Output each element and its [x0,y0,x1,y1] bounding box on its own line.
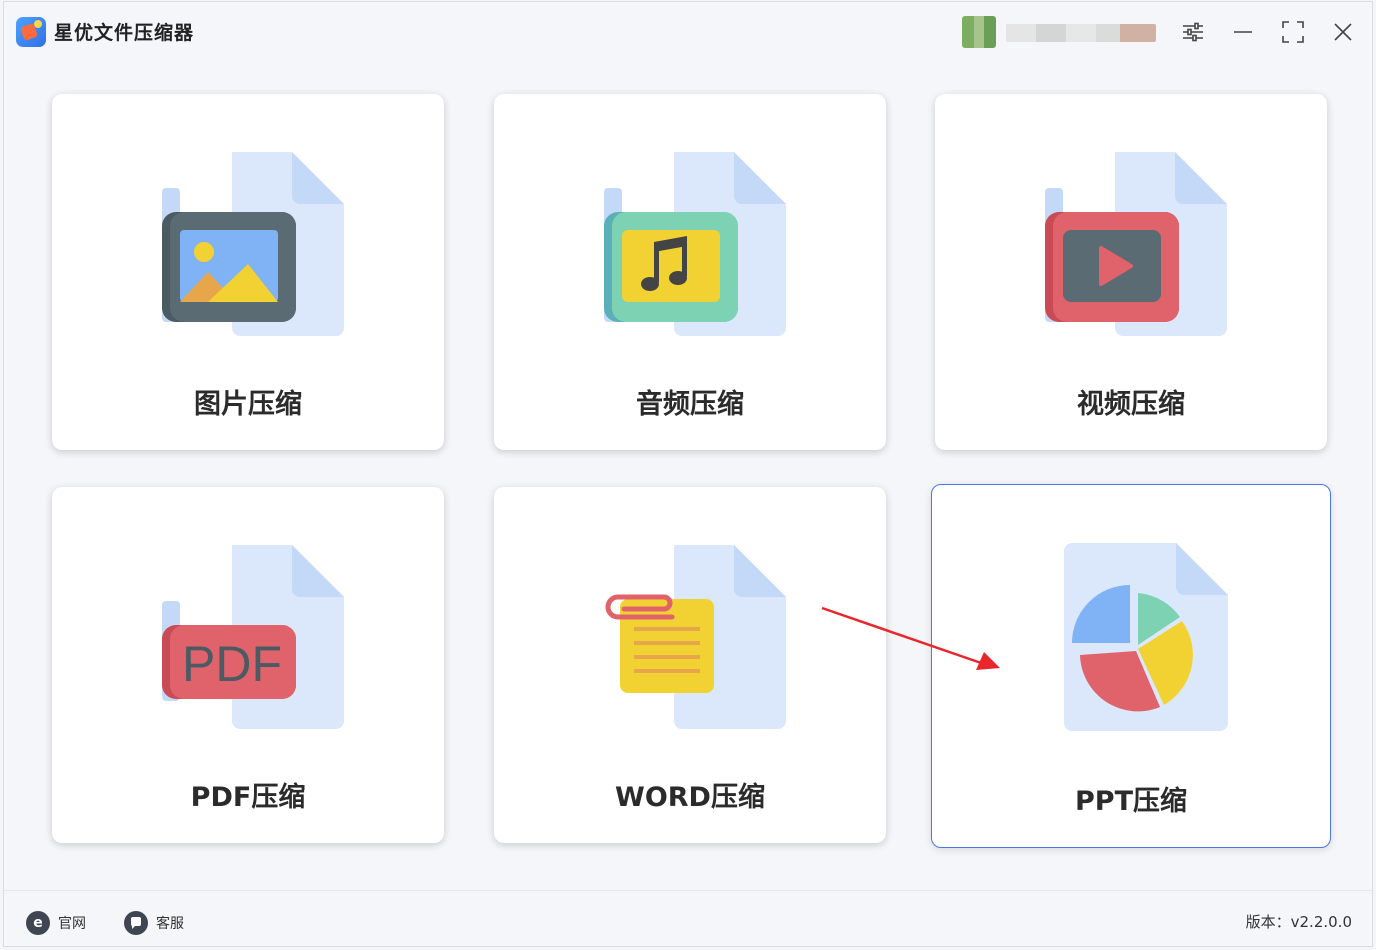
browser-icon: e [26,911,50,935]
image-file-icon [162,152,344,336]
website-link[interactable]: e 官网 [26,911,86,935]
pdf-file-icon: PDF [162,545,344,729]
ppt-file-icon [1064,543,1228,731]
svg-text:PDF: PDF [182,636,282,692]
settings-button[interactable] [1176,16,1210,48]
card-label: 视频压缩 [1077,389,1185,420]
card-audio-compress[interactable]: 音频压缩 [494,94,886,450]
card-pdf-compress[interactable]: PDF PDF压缩 [52,487,444,843]
version-label: 版本：v2.2.0.0 [1245,913,1352,931]
card-video-compress[interactable]: 视频压缩 [935,94,1327,450]
maximize-icon [1282,21,1304,43]
card-label: WORD压缩 [615,782,765,813]
card-word-compress[interactable]: WORD压缩 [494,487,886,843]
card-label: 图片压缩 [194,389,302,420]
title-bar: 星优文件压缩器 [4,2,1372,60]
app-logo-icon [16,17,46,47]
close-icon [1334,23,1352,41]
avatar[interactable] [962,16,996,48]
username-blurred [1006,24,1156,42]
customer-service-link[interactable]: 客服 [124,911,184,935]
sliders-icon [1183,22,1203,42]
website-label: 官网 [58,916,86,932]
card-ppt-compress[interactable]: PPT压缩 [931,484,1331,848]
maximize-button[interactable] [1276,16,1310,48]
app-window: 星优文件压缩器 图片压缩 音频压缩 视频压缩 PDF PDF压缩 WORD压缩 … [3,1,1373,947]
minimize-button[interactable] [1226,16,1260,48]
word-file-icon [605,545,786,729]
card-label: 音频压缩 [636,389,744,420]
audio-file-icon [604,152,786,336]
service-label: 客服 [156,916,184,932]
chat-icon [124,911,148,935]
card-image-compress[interactable]: 图片压缩 [52,94,444,450]
footer: e 官网 客服 版本：v2.2.0.0 [4,890,1372,949]
card-label: PPT压缩 [1075,786,1187,817]
card-label: PDF压缩 [190,782,306,813]
minimize-icon [1234,31,1252,33]
close-button[interactable] [1326,16,1360,48]
video-file-icon [1045,152,1227,336]
app-title: 星优文件压缩器 [54,22,195,44]
user-account[interactable] [962,16,1162,48]
